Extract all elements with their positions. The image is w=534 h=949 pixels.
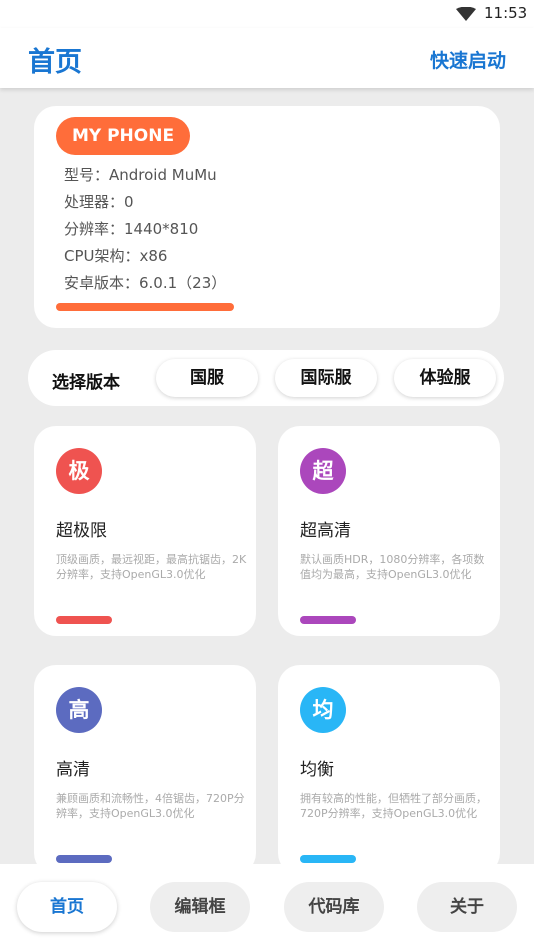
spec-processor: 处理器：0 bbox=[64, 193, 134, 211]
nav-about[interactable]: 关于 bbox=[417, 882, 517, 932]
nav-editor[interactable]: 编辑框 bbox=[150, 882, 250, 932]
extreme-icon: 极 bbox=[56, 448, 102, 494]
mode-description: 默认画质HDR，1080分辨率，各项数值均为最高，支持OpenGL3.0优化 bbox=[300, 553, 485, 581]
version-label: 选择版本 bbox=[52, 373, 120, 393]
device-badge: MY PHONE bbox=[56, 117, 190, 155]
spec-resolution: 分辨率：1440*810 bbox=[64, 220, 199, 238]
device-info-card: MY PHONE 型号：Android MuMu 处理器：0 分辨率：1440*… bbox=[34, 106, 500, 328]
mode-name: 超高清 bbox=[300, 521, 351, 541]
hd-icon: 高 bbox=[56, 687, 102, 733]
spec-model: 型号：Android MuMu bbox=[64, 166, 217, 184]
mode-card-ultra-hd[interactable]: 超 超高清 默认画质HDR，1080分辨率，各项数值均为最高，支持OpenGL3… bbox=[278, 426, 500, 636]
bottom-navigation: 首页 编辑框 代码库 关于 bbox=[0, 864, 534, 949]
mode-accent-bar bbox=[56, 616, 112, 624]
app-bar: 首页 快速启动 bbox=[0, 28, 534, 88]
version-global-button[interactable]: 国际服 bbox=[275, 359, 377, 397]
mode-accent-bar bbox=[56, 855, 112, 863]
mode-description: 顶级画质，最远视距，最高抗锯齿，2K分辨率，支持OpenGL3.0优化 bbox=[56, 553, 247, 581]
device-accent-bar bbox=[56, 303, 234, 311]
mode-name: 高清 bbox=[56, 760, 90, 780]
ultra-hd-icon: 超 bbox=[300, 448, 346, 494]
spec-android-version: 安卓版本：6.0.1（23） bbox=[64, 274, 227, 292]
status-bar: 11:53 bbox=[0, 0, 534, 28]
mode-card-balanced[interactable]: 均 均衡 拥有较高的性能，但牺牲了部分画质，720P分辨率，支持OpenGL3.… bbox=[278, 665, 500, 875]
mode-description: 拥有较高的性能，但牺牲了部分画质，720P分辨率，支持OpenGL3.0优化 bbox=[300, 792, 487, 820]
wifi-icon bbox=[456, 7, 476, 21]
mode-name: 均衡 bbox=[300, 760, 334, 780]
mode-card-extreme[interactable]: 极 超极限 顶级画质，最远视距，最高抗锯齿，2K分辨率，支持OpenGL3.0优… bbox=[34, 426, 256, 636]
mode-accent-bar bbox=[300, 855, 356, 863]
quick-launch-button[interactable]: 快速启动 bbox=[430, 46, 506, 73]
nav-code-library[interactable]: 代码库 bbox=[284, 882, 384, 932]
page-title: 首页 bbox=[28, 47, 82, 78]
mode-description: 兼顾画质和流畅性，4倍锯齿，720P分辨率，支持OpenGL3.0优化 bbox=[56, 792, 245, 820]
version-beta-button[interactable]: 体验服 bbox=[394, 359, 496, 397]
spec-cpu-arch: CPU架构：x86 bbox=[64, 247, 168, 265]
balanced-icon: 均 bbox=[300, 687, 346, 733]
mode-card-hd[interactable]: 高 高清 兼顾画质和流畅性，4倍锯齿，720P分辨率，支持OpenGL3.0优化 bbox=[34, 665, 256, 875]
mode-name: 超极限 bbox=[56, 521, 107, 541]
mode-accent-bar bbox=[300, 616, 356, 624]
version-selector: 选择版本 国服 国际服 体验服 bbox=[28, 350, 504, 406]
version-cn-button[interactable]: 国服 bbox=[156, 359, 258, 397]
nav-home[interactable]: 首页 bbox=[17, 882, 117, 932]
clock: 11:53 bbox=[484, 4, 528, 22]
